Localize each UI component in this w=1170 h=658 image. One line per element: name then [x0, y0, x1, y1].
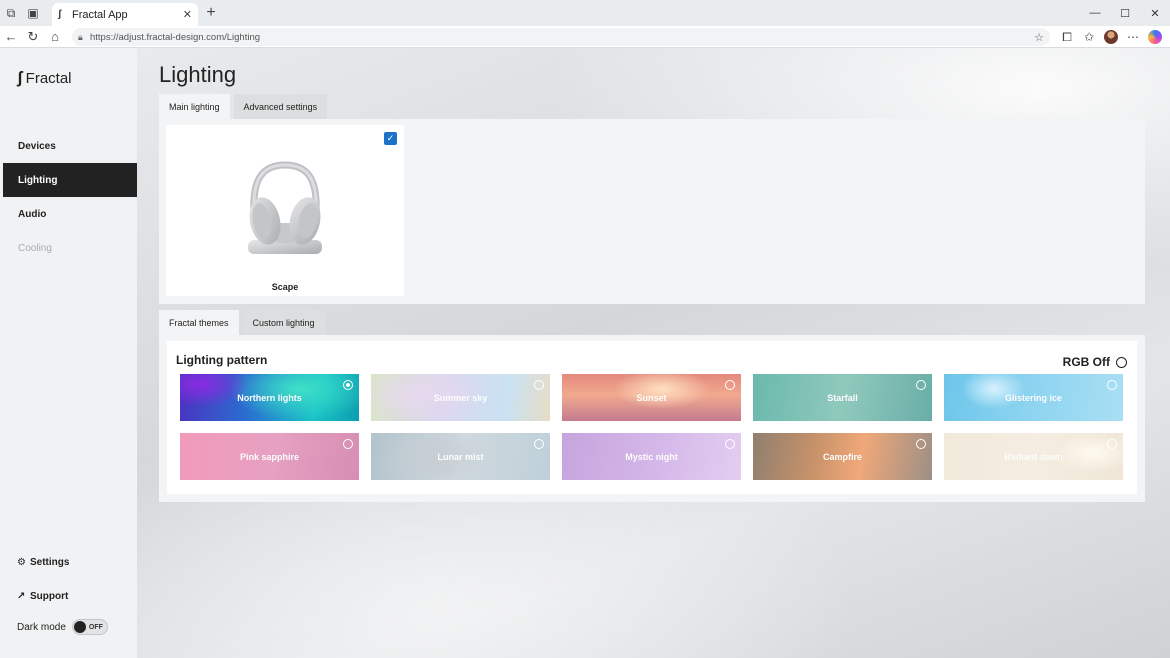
refresh-icon[interactable]: ↻	[22, 26, 44, 48]
rgb-off-option[interactable]: RGB Off	[1063, 355, 1127, 369]
maximize-icon[interactable]: ☐	[1110, 0, 1140, 26]
pattern-mystic-night[interactable]: Mystic night	[562, 433, 741, 480]
sidebar-item-label: Devices	[18, 140, 56, 152]
pattern-campfire[interactable]: Campfire	[753, 433, 932, 480]
pattern-radiant-dawn[interactable]: Radiant dawn	[944, 433, 1123, 480]
minimize-icon[interactable]: —	[1080, 0, 1110, 26]
pattern-radio[interactable]	[916, 439, 926, 449]
support-link[interactable]: ↗ Support	[17, 591, 68, 602]
lighting-pattern-title: Lighting pattern	[176, 353, 268, 367]
pattern-radio[interactable]	[343, 439, 353, 449]
dark-mode-label: Dark mode	[17, 621, 66, 633]
fractal-logo: ʃ Fractal	[17, 68, 72, 88]
device-panel: ✓ Scape	[159, 119, 1145, 304]
window-controls: — ☐ ✕	[1080, 0, 1170, 26]
pattern-pink-sapphire[interactable]: Pink sapphire	[180, 433, 359, 480]
page-title: Lighting	[159, 62, 237, 87]
extensions-icon[interactable]: ⧠	[1056, 26, 1078, 48]
rgb-off-radio[interactable]	[1116, 356, 1127, 368]
lock-icon[interactable]: 🔒︎	[78, 32, 90, 43]
sidebar-item-label: Lighting	[18, 174, 58, 186]
pattern-radio-selected[interactable]	[343, 380, 353, 390]
lighting-tabs: Main lighting Advanced settings	[159, 94, 331, 119]
tab-actions-icon[interactable]: ▣	[22, 2, 44, 24]
pattern-radio[interactable]	[725, 380, 735, 390]
pattern-label: Lunar mist	[437, 451, 484, 462]
tab-custom-lighting[interactable]: Custom lighting	[242, 310, 325, 335]
workspaces-icon[interactable]: ⧉	[0, 2, 22, 24]
settings-link[interactable]: ⚙ Settings	[17, 557, 69, 568]
support-label: Support	[30, 591, 69, 602]
pattern-northern-lights[interactable]: Northern lights	[180, 374, 359, 421]
pattern-label: Campfire	[822, 451, 862, 462]
pattern-radio[interactable]	[1107, 380, 1117, 390]
gear-icon: ⚙	[17, 557, 26, 568]
main-content: Lighting Main lighting Advanced settings	[137, 48, 1170, 658]
pattern-radio[interactable]	[534, 439, 544, 449]
device-card-scape[interactable]: ✓ Scape	[166, 125, 404, 296]
sidebar-item-audio[interactable]: Audio	[3, 197, 137, 231]
pattern-radio[interactable]	[1107, 439, 1117, 449]
tab-main-lighting[interactable]: Main lighting	[159, 94, 230, 119]
sidebar-item-label: Cooling	[18, 242, 52, 254]
dark-mode-setting: Dark mode OFF	[17, 619, 108, 635]
sidebar-item-devices[interactable]: Devices	[3, 129, 137, 163]
pattern-label: Starfall	[827, 392, 858, 403]
pattern-label: Pink sapphire	[239, 451, 300, 462]
browser-tab[interactable]: ʃ Fractal App ✕	[52, 3, 198, 26]
url-field[interactable]: 🔒︎ https://adjust.fractal-design.com/Lig…	[72, 28, 1050, 46]
copilot-icon[interactable]	[1148, 30, 1162, 44]
pattern-radio[interactable]	[534, 380, 544, 390]
tab-fractal-themes[interactable]: Fractal themes	[159, 310, 239, 335]
pattern-radio[interactable]	[916, 380, 926, 390]
pattern-starfall[interactable]: Starfall	[753, 374, 932, 421]
device-selected-checkbox[interactable]: ✓	[384, 132, 397, 145]
headset-image	[248, 161, 322, 254]
dark-mode-toggle[interactable]: OFF	[71, 619, 108, 635]
pattern-label: Summer sky	[433, 392, 488, 403]
pattern-glistering-ice[interactable]: Glistering ice	[944, 374, 1123, 421]
pattern-radio[interactable]	[725, 439, 735, 449]
back-icon[interactable]: ←	[0, 26, 22, 48]
home-icon[interactable]: ⌂	[44, 26, 66, 48]
pattern-label: Sunset	[636, 392, 667, 403]
toggle-knob	[73, 621, 86, 633]
lighting-pattern-card: Lighting pattern RGB Off Northern lights…	[167, 341, 1137, 494]
profile-avatar[interactable]	[1104, 30, 1118, 44]
logo-text: Fractal	[25, 69, 72, 87]
themes-panel: Lighting pattern RGB Off Northern lights…	[159, 335, 1145, 502]
favorite-star-icon[interactable]: ☆	[1034, 31, 1044, 44]
sidebar-item-label: Audio	[18, 208, 47, 220]
fractal-favicon-icon: ʃ	[58, 9, 62, 20]
url-text: https://adjust.fractal-design.com/Lighti…	[90, 31, 261, 43]
favorites-icon[interactable]: ✩	[1078, 26, 1100, 48]
device-name: Scape	[271, 282, 299, 292]
more-icon[interactable]: ⋯	[1122, 26, 1144, 48]
close-window-icon[interactable]: ✕	[1140, 0, 1170, 26]
pattern-label: Radiant dawn	[1004, 451, 1063, 462]
pattern-label: Glistering ice	[1004, 392, 1063, 403]
app: ʃ Fractal Devices Lighting Audio Cooling…	[0, 48, 1170, 658]
close-tab-icon[interactable]: ✕	[183, 8, 192, 21]
sidebar-item-lighting[interactable]: Lighting	[3, 163, 137, 197]
sidebar: ʃ Fractal Devices Lighting Audio Cooling…	[0, 48, 137, 658]
settings-label: Settings	[30, 557, 70, 568]
browser-toolbar-right: ⧠ ✩ ⋯	[1056, 26, 1166, 48]
pattern-sunset[interactable]: Sunset	[562, 374, 741, 421]
new-tab-icon[interactable]: +	[202, 4, 220, 22]
rgb-off-label: RGB Off	[1062, 355, 1110, 369]
tab-advanced-settings[interactable]: Advanced settings	[233, 94, 328, 119]
pattern-label: Northern lights	[237, 392, 302, 403]
fractal-logo-icon: ʃ	[17, 68, 23, 87]
toggle-state: OFF	[88, 623, 103, 631]
browser-tab-title: Fractal App	[72, 8, 128, 21]
sidebar-item-cooling: Cooling	[3, 231, 137, 265]
external-link-icon: ↗	[17, 591, 26, 602]
browser-address-bar: ← ↻ ⌂ 🔒︎ https://adjust.fractal-design.c…	[0, 26, 1170, 48]
pattern-summer-sky[interactable]: Summer sky	[371, 374, 550, 421]
pattern-label: Mystic night	[625, 451, 678, 462]
theme-tabs: Fractal themes Custom lighting	[159, 310, 329, 335]
pattern-lunar-mist[interactable]: Lunar mist	[371, 433, 550, 480]
browser-tab-bar: ⧉ ▣ ʃ Fractal App ✕ + — ☐ ✕	[0, 0, 1170, 26]
